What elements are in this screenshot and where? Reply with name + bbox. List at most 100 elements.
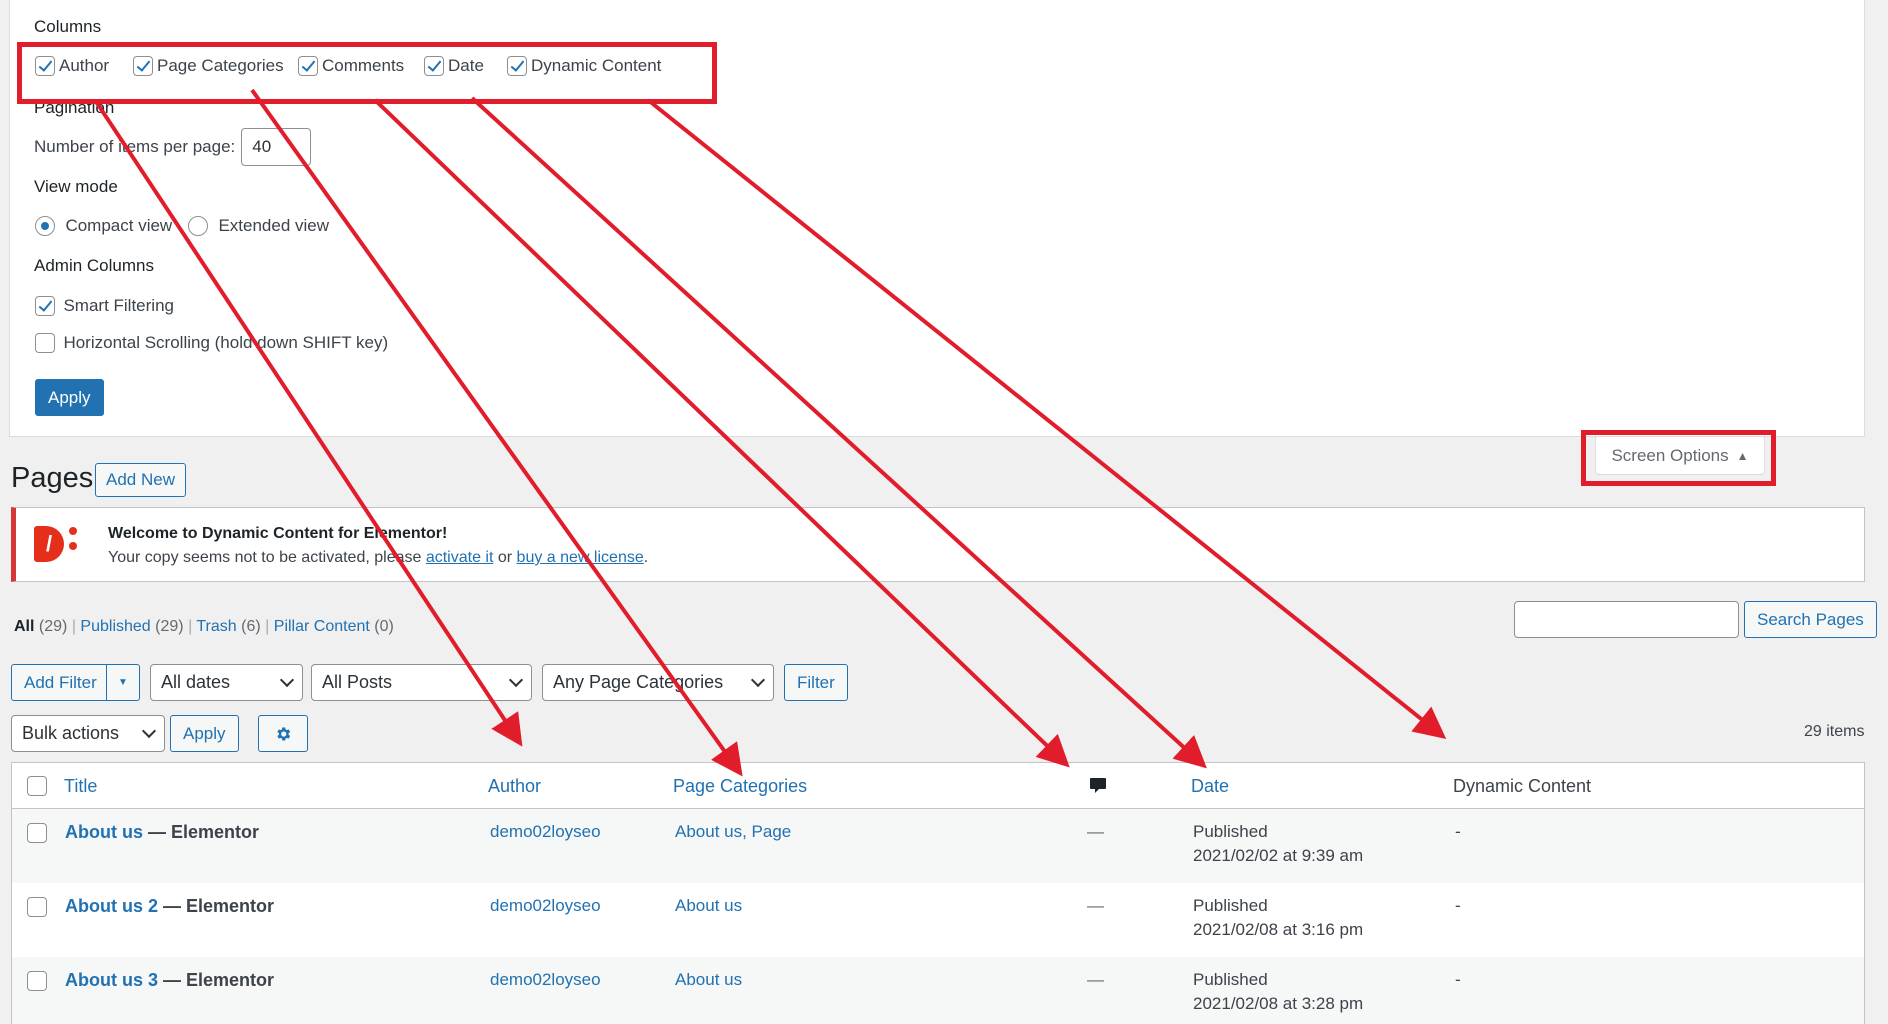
row-categories[interactable]: About us (675, 896, 742, 916)
row-title-suffix: — Elementor (158, 896, 275, 916)
row-date: 2021/02/08 at 3:28 pm (1193, 994, 1364, 1013)
screen-options-apply-button[interactable]: Apply (35, 379, 104, 416)
column-header-dynamic-content: Dynamic Content (1453, 776, 1592, 796)
row-dynamic-content: - (1455, 970, 1461, 989)
items-per-page-label: Number of items per page: (34, 137, 236, 156)
logo-dot-icon (69, 527, 77, 535)
checkbox[interactable] (35, 333, 55, 353)
table-row: About us 3 — Elementor demo02loyseo Abou… (12, 957, 1864, 1024)
categories-select[interactable]: Any Page Categories (542, 664, 774, 701)
add-new-button[interactable]: Add New (95, 463, 186, 497)
row-author[interactable]: demo02loyseo (490, 822, 601, 842)
dates-select-value: All dates (161, 672, 231, 692)
status-filter-links: All (29) | Published (29) | Trash (6) | … (14, 618, 394, 635)
chevron-down-icon (508, 672, 524, 688)
logo-dot-icon (69, 542, 77, 550)
row-comments: — (1087, 970, 1104, 989)
pages-table: Title Author Page Categories Date Dynami… (11, 762, 1865, 1024)
row-comments: — (1087, 896, 1104, 915)
status-trash-link[interactable]: Trash (196, 618, 236, 635)
view-mode-compact[interactable]: Compact view (35, 216, 172, 236)
row-checkbox[interactable] (27, 823, 47, 843)
row-title-link[interactable]: About us 2 (65, 896, 158, 916)
column-settings-button[interactable] (258, 715, 308, 752)
admin-columns-legend: Admin Columns (34, 256, 154, 275)
search-input[interactable] (1514, 601, 1739, 638)
view-mode-extended[interactable]: Extended view (188, 216, 329, 236)
option-label: Smart Filtering (63, 296, 174, 315)
row-dynamic-content: - (1455, 896, 1461, 915)
column-header-author[interactable]: Author (488, 776, 541, 797)
notice-text-before: Your copy seems not to be activated, ple… (108, 549, 426, 566)
posts-select[interactable]: All Posts (311, 664, 532, 701)
chevron-down-icon (141, 723, 157, 739)
items-per-page-input[interactable] (241, 128, 312, 166)
annotation-box-columns (17, 42, 717, 104)
view-mode-label: Extended view (218, 216, 330, 235)
bulk-apply-button[interactable]: Apply (170, 715, 239, 752)
view-mode-legend: View mode (34, 177, 118, 196)
row-title: About us 3 — Elementor (65, 970, 274, 991)
checkbox[interactable] (35, 296, 55, 316)
status-all-count: (29) (38, 618, 68, 635)
table-row: About us 2 — Elementor demo02loyseo Abou… (12, 883, 1864, 957)
items-count: 29 items (1804, 723, 1865, 740)
column-header-title[interactable]: Title (64, 776, 97, 797)
row-checkbox[interactable] (27, 971, 47, 991)
status-pillar-link[interactable]: Pillar Content (274, 618, 370, 635)
row-categories[interactable]: About us (675, 970, 742, 990)
dates-select[interactable]: All dates (150, 664, 303, 701)
option-label: Horizontal Scrolling (hold down SHIFT ke… (63, 333, 389, 352)
column-header-page-categories[interactable]: Page Categories (673, 776, 807, 797)
bulk-actions-value: Bulk actions (22, 723, 120, 743)
add-filter-group: Add Filter ▼ (11, 664, 140, 701)
row-checkbox[interactable] (27, 897, 47, 917)
table-header-row: Title Author Page Categories Date Dynami… (12, 763, 1864, 809)
select-all-checkbox[interactable] (27, 776, 47, 796)
radio-button[interactable] (35, 216, 55, 236)
status-pillar-count: (0) (374, 618, 394, 635)
column-header-date[interactable]: Date (1191, 776, 1229, 797)
bulk-actions-select[interactable]: Bulk actions (11, 715, 165, 752)
row-categories[interactable]: About us, Page (675, 822, 791, 842)
row-date: 2021/02/02 at 9:39 am (1193, 846, 1364, 865)
add-filter-button[interactable]: Add Filter (12, 665, 107, 700)
columns-legend: Columns (34, 17, 102, 36)
chevron-down-icon (750, 672, 766, 688)
logo-glyph: / (45, 531, 53, 556)
notice-text-middle: or (493, 549, 517, 566)
row-status: Published (1193, 970, 1268, 989)
notice-text: Your copy seems not to be activated, ple… (108, 549, 648, 567)
filter-button[interactable]: Filter (784, 664, 848, 701)
row-title: About us — Elementor (65, 822, 259, 843)
row-title: About us 2 — Elementor (65, 896, 274, 917)
row-title-suffix: — Elementor (143, 822, 260, 842)
row-status: Published (1193, 896, 1268, 915)
row-title-link[interactable]: About us 3 (65, 970, 158, 990)
row-dynamic-content: - (1455, 822, 1461, 841)
row-author[interactable]: demo02loyseo (490, 970, 601, 990)
status-published-link[interactable]: Published (80, 618, 150, 635)
items-per-page-row: Number of items per page: (34, 128, 312, 166)
radio-button[interactable] (188, 216, 208, 236)
row-title-suffix: — Elementor (158, 970, 275, 990)
row-author[interactable]: demo02loyseo (490, 896, 601, 916)
status-published-count: (29) (155, 618, 184, 635)
status-all-link[interactable]: All (14, 618, 34, 635)
horizontal-scrolling-option[interactable]: Horizontal Scrolling (hold down SHIFT ke… (35, 333, 388, 353)
smart-filtering-option[interactable]: Smart Filtering (35, 296, 174, 316)
add-filter-dropdown-icon[interactable]: ▼ (107, 665, 139, 700)
row-status: Published (1193, 822, 1268, 841)
comment-bubble-icon[interactable] (1088, 776, 1108, 796)
annotation-box-screen-options (1581, 430, 1776, 486)
row-date: 2021/02/08 at 3:16 pm (1193, 920, 1364, 939)
search-pages-button[interactable]: Search Pages (1744, 601, 1877, 638)
buy-license-link[interactable]: buy a new license (517, 549, 644, 566)
view-mode-label: Compact view (65, 216, 173, 235)
row-title-link[interactable]: About us (65, 822, 143, 842)
activation-notice: / Welcome to Dynamic Content for Element… (11, 507, 1865, 582)
status-trash-count: (6) (241, 618, 261, 635)
chevron-down-icon (279, 672, 295, 688)
activate-link[interactable]: activate it (426, 549, 494, 566)
posts-select-value: All Posts (322, 672, 393, 692)
